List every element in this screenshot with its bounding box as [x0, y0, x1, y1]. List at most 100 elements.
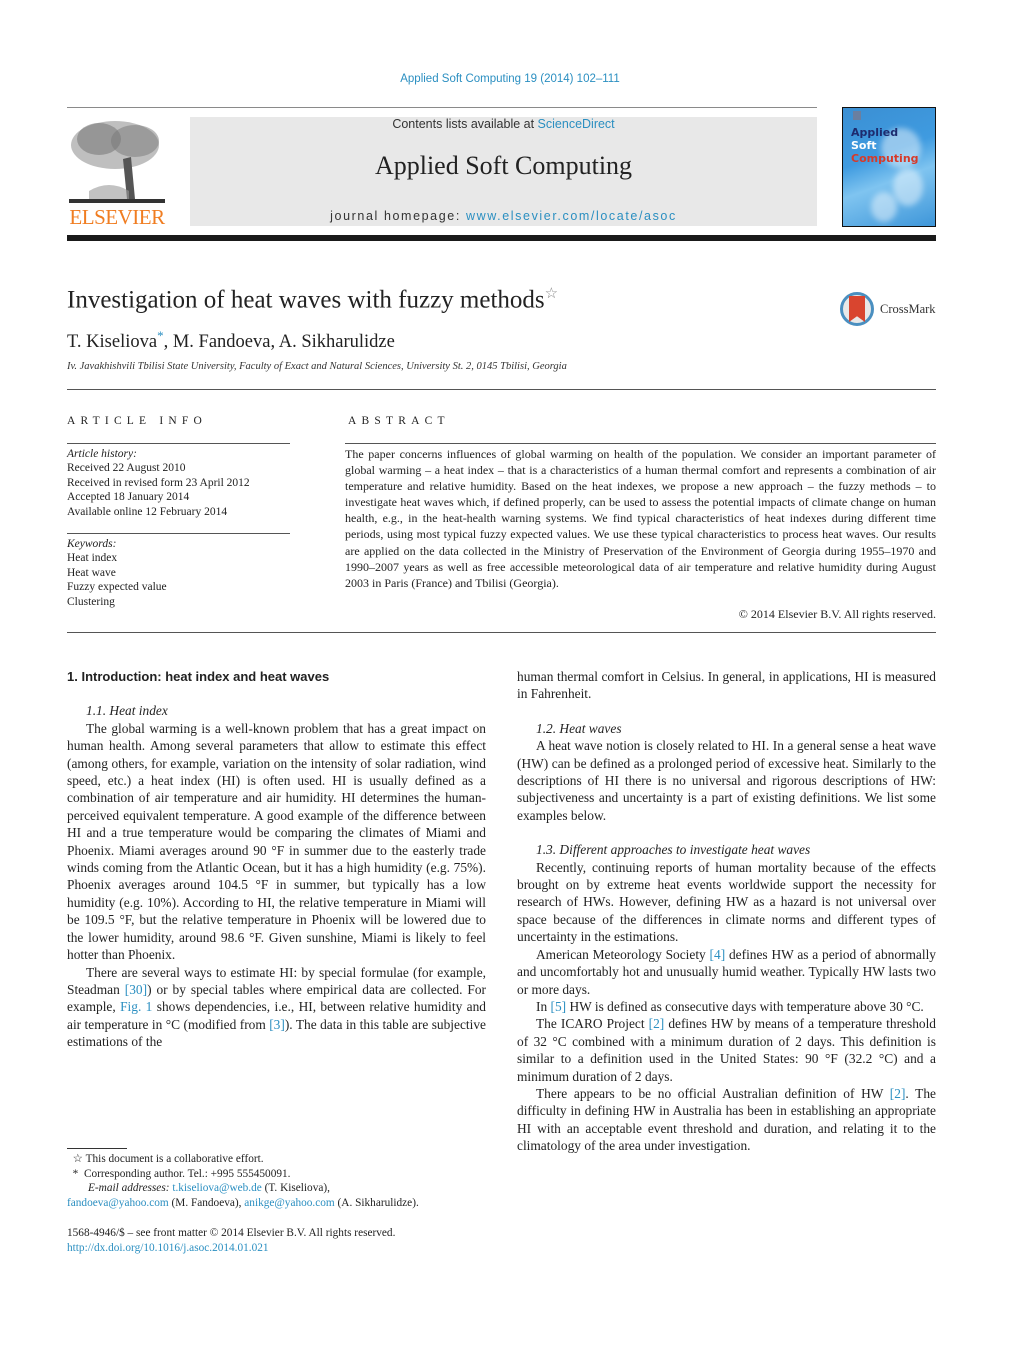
- footnote-text: This document is a collaborative effort.: [85, 1153, 264, 1165]
- abstract-copyright: © 2014 Elsevier B.V. All rights reserved…: [738, 607, 936, 621]
- cover-bubble: [871, 192, 897, 222]
- reference-link[interactable]: [2]: [649, 1016, 665, 1031]
- footnotes: ☆ This document is a collaborative effor…: [67, 1152, 497, 1210]
- body-column-left: 1. Introduction: heat index and heat wav…: [67, 668, 486, 1051]
- body-paragraph: The global warming is a well-known probl…: [67, 720, 486, 963]
- article-info-divider: [67, 443, 290, 444]
- paper-title: Investigation of heat waves with fuzzy m…: [67, 284, 558, 314]
- abstract-divider: [345, 443, 936, 444]
- cover-bubble: [893, 168, 923, 206]
- body-paragraph-continued: human thermal comfort in Celsius. In gen…: [517, 669, 936, 702]
- text-run: American Meteorology Society: [536, 946, 710, 962]
- crossmark-badge[interactable]: CrossMark: [840, 292, 940, 330]
- footnote-text: Corresponding author. Tel.: +995 5554500…: [83, 1167, 291, 1180]
- cover-publisher-icon: [853, 111, 861, 120]
- keyword-item: Clustering: [67, 595, 115, 608]
- text-run: In: [536, 998, 551, 1014]
- reference-link[interactable]: [4]: [710, 947, 726, 962]
- keyword-item: Heat wave: [67, 566, 116, 579]
- email-link[interactable]: anikge@yahoo.com: [244, 1197, 334, 1209]
- article-history: Article history: Received 22 August 2010…: [67, 447, 290, 519]
- history-item: Received in revised form 23 April 2012: [67, 476, 250, 489]
- journal-masthead: Contents lists available at ScienceDirec…: [190, 117, 817, 226]
- author-list: T. Kiseliova*, M. Fandoeva, A. Sikharuli…: [67, 328, 395, 353]
- homepage-prefix: journal homepage:: [330, 209, 466, 223]
- elsevier-tree-icon: [69, 119, 165, 203]
- email-owner: (M. Fandoeva),: [168, 1196, 245, 1209]
- contents-line: Contents lists available at ScienceDirec…: [190, 117, 817, 131]
- figure-link[interactable]: Fig. 1: [120, 999, 152, 1014]
- front-matter: 1568-4946/$ – see front matter © 2014 El…: [67, 1226, 497, 1256]
- header-divider: [67, 107, 817, 108]
- header-thick-divider: [67, 235, 936, 241]
- reference-link[interactable]: [30]: [125, 982, 147, 997]
- email-owner: (T. Kiseliova),: [261, 1182, 330, 1195]
- author-separator: ,: [163, 332, 173, 353]
- email-link[interactable]: t.kiseliova@web.de: [172, 1182, 261, 1194]
- body-paragraph: There are several ways to estimate HI: b…: [67, 964, 486, 1051]
- email-label: E-mail addresses:: [88, 1182, 170, 1195]
- sciencedirect-link[interactable]: ScienceDirect: [538, 117, 615, 131]
- title-footnote-mark[interactable]: ☆: [545, 286, 558, 302]
- keyword-item: Heat index: [67, 552, 118, 565]
- subsection-heading: 1.3. Different approaches to investigate…: [536, 842, 811, 858]
- body-paragraph: There appears to be no official Australi…: [517, 1085, 936, 1155]
- journal-title: Applied Soft Computing: [374, 151, 633, 180]
- abstract-heading: ABSTRACT: [348, 415, 450, 427]
- body-column-right: human thermal comfort in Celsius. In gen…: [517, 668, 936, 1155]
- paper-title-text: Investigation of heat waves with fuzzy m…: [67, 286, 545, 314]
- footnote-divider: [67, 1148, 127, 1149]
- reference-link[interactable]: [3]: [269, 1017, 285, 1032]
- history-item: Accepted 18 January 2014: [67, 491, 190, 504]
- body-paragraph: American Meteorology Society [4] defines…: [517, 946, 936, 998]
- history-item: Available online 12 February 2014: [67, 505, 228, 518]
- doi-link[interactable]: http://dx.doi.org/10.1016/j.asoc.2014.01…: [67, 1242, 269, 1254]
- journal-cover-thumbnail[interactable]: Applied Soft Computing: [842, 107, 936, 227]
- author-separator: ,: [270, 332, 279, 353]
- text-run: The ICARO Project: [536, 1016, 649, 1032]
- author-name: M. Fandoeva: [172, 332, 271, 353]
- cover-line-3: Computing: [851, 152, 919, 165]
- reference-link[interactable]: [5]: [551, 999, 567, 1014]
- journal-homepage-line: journal homepage: www.elsevier.com/locat…: [190, 209, 817, 223]
- article-history-label: Article history:: [67, 448, 137, 460]
- homepage-link[interactable]: www.elsevier.com/locate/asoc: [466, 209, 677, 223]
- footnote-item: ☆ This document is a collaborative effor…: [67, 1152, 497, 1167]
- body-paragraph: A heat wave notion is closely related to…: [517, 738, 936, 823]
- subsection-heading: 1.1. Heat index: [86, 703, 168, 719]
- affiliation: Iv. Javakhishvili Tbilisi State Universi…: [67, 361, 567, 372]
- keywords: Keywords: Heat index Heat wave Fuzzy exp…: [67, 537, 290, 609]
- footnote-asterisk-mark: *: [72, 1167, 79, 1180]
- front-matter-text: 1568-4946/$ – see front matter © 2014 El…: [67, 1227, 396, 1239]
- abstract-text: The paper concerns influences of global …: [345, 447, 936, 590]
- elsevier-logo[interactable]: ELSEVIER: [67, 117, 167, 229]
- email-link[interactable]: fandoeva@yahoo.com: [67, 1197, 169, 1209]
- email-owner: (A. Sikharulidze).: [334, 1196, 419, 1209]
- elsevier-wordmark: ELSEVIER: [69, 205, 165, 229]
- author-name: A. Sikharulidze: [278, 332, 395, 353]
- keywords-divider: [67, 533, 290, 534]
- contents-prefix: Contents lists available at: [392, 117, 538, 131]
- keywords-label: Keywords:: [67, 538, 117, 550]
- cover-line-1: Applied: [851, 126, 899, 139]
- footnote-star-mark: ☆: [72, 1153, 83, 1165]
- footnote-item: fandoeva@yahoo.com (M. Fandoeva), anikge…: [67, 1196, 497, 1211]
- cover-title: Applied Soft Computing: [851, 126, 919, 165]
- journal-citation[interactable]: Applied Soft Computing 19 (2014) 102–111: [0, 73, 1020, 85]
- text-run: There appears to be no official Australi…: [536, 1085, 890, 1101]
- cover-line-2: Soft: [851, 139, 877, 152]
- reference-link[interactable]: [2]: [890, 1086, 906, 1101]
- author-name: T. Kiseliova: [67, 332, 158, 353]
- text-run: HW is defined as consecutive days with t…: [566, 998, 924, 1014]
- history-item: Received 22 August 2010: [67, 462, 186, 475]
- title-divider: [67, 389, 936, 390]
- footnote-item: * Corresponding author. Tel.: +995 55545…: [67, 1167, 497, 1182]
- body-paragraph: In [5] HW is defined as consecutive days…: [517, 998, 936, 1015]
- subsection-heading: 1.2. Heat waves: [536, 720, 622, 736]
- abstract-bottom-divider: [67, 632, 936, 633]
- keyword-item: Fuzzy expected value: [67, 581, 167, 594]
- body-paragraph: The ICARO Project [2] defines HW by mean…: [517, 1015, 936, 1085]
- body-paragraph: Recently, continuing reports of human mo…: [517, 859, 936, 945]
- crossmark-label: CrossMark: [880, 302, 936, 316]
- footnote-item: E-mail addresses: t.kiseliova@web.de (T.…: [67, 1181, 497, 1196]
